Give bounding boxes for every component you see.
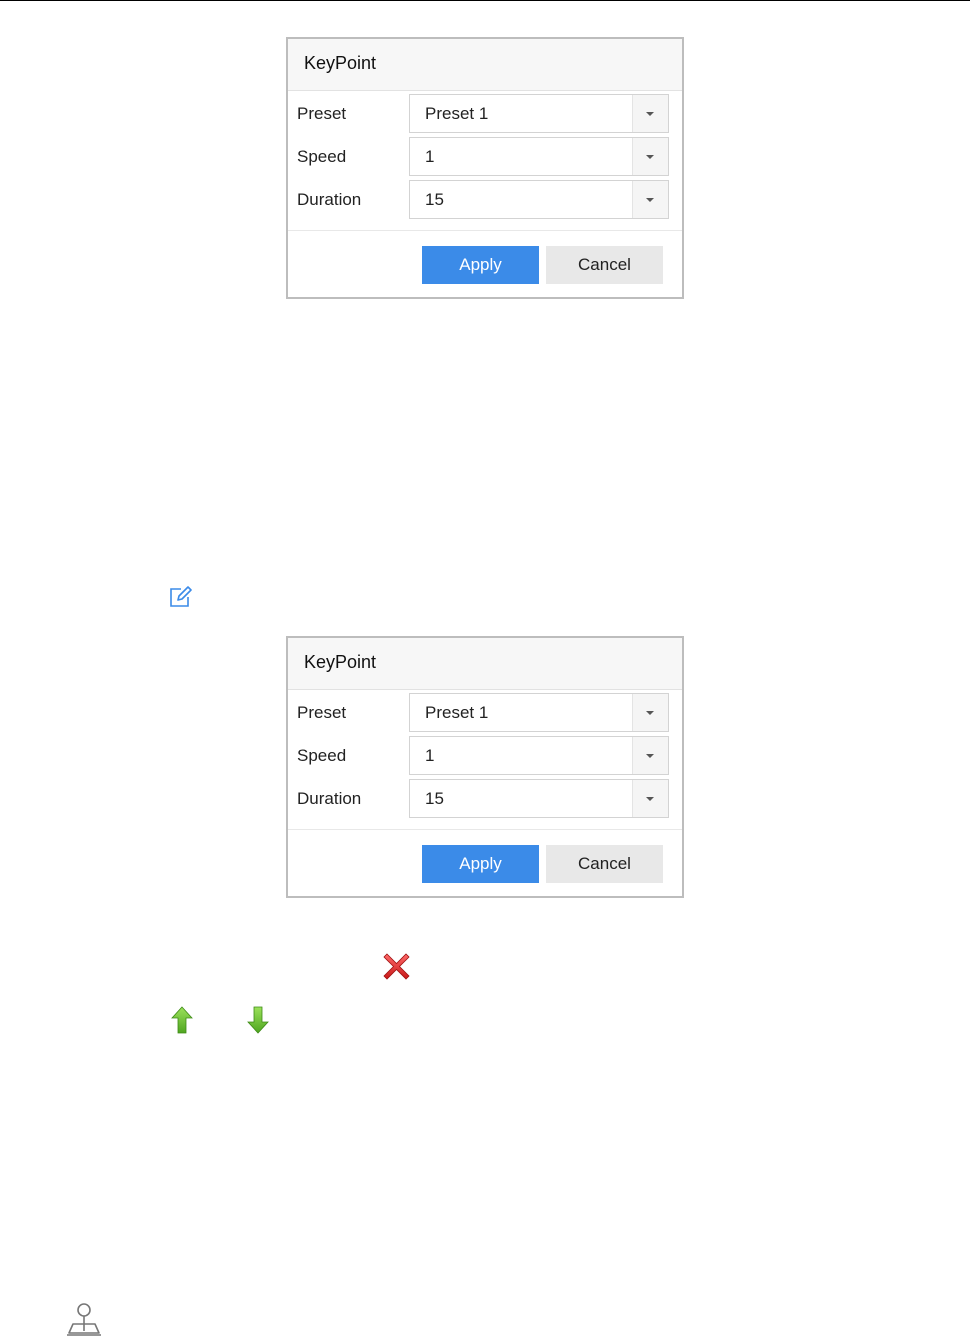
apply-button[interactable]: Apply: [422, 845, 539, 883]
chevron-down-icon: [646, 754, 654, 758]
preset-row: Preset Preset 1: [288, 693, 682, 732]
keypoint-dialog: KeyPoint Preset Preset 1 Speed 1 Duratio…: [286, 37, 684, 299]
duration-label: Duration: [297, 789, 362, 808]
duration-select[interactable]: 15: [409, 180, 669, 219]
duration-dropdown-button[interactable]: [632, 780, 668, 817]
page-top-rule: [0, 0, 970, 1]
chevron-down-icon: [646, 797, 654, 801]
chevron-down-icon: [646, 711, 654, 715]
preset-value: Preset 1: [425, 703, 489, 722]
dialog-title: KeyPoint: [304, 652, 377, 672]
apply-button[interactable]: Apply: [422, 246, 539, 284]
speed-select[interactable]: 1: [409, 137, 669, 176]
dialog-divider: [288, 230, 682, 231]
speed-dropdown-button[interactable]: [632, 737, 668, 774]
chevron-down-icon: [646, 155, 654, 159]
preset-label: Preset: [297, 104, 347, 123]
keypoint-dialog: KeyPoint Preset Preset 1 Speed 1 Duratio…: [286, 636, 684, 898]
speed-row: Speed 1: [288, 736, 682, 775]
duration-row: Duration 15: [288, 180, 682, 219]
speed-label: Speed: [297, 147, 347, 166]
arrow-up-icon[interactable]: [171, 1006, 193, 1034]
speed-value: 1: [425, 147, 435, 166]
speed-row: Speed 1: [288, 137, 682, 176]
speed-value: 1: [425, 746, 435, 765]
preset-label: Preset: [297, 703, 347, 722]
preset-select[interactable]: Preset 1: [409, 693, 669, 732]
preset-dropdown-button[interactable]: [632, 694, 668, 731]
speed-label: Speed: [297, 746, 347, 765]
joystick-icon[interactable]: [66, 1302, 102, 1338]
speed-select[interactable]: 1: [409, 736, 669, 775]
cancel-button[interactable]: Cancel: [546, 845, 663, 883]
edit-icon[interactable]: [169, 586, 193, 608]
delete-icon[interactable]: [383, 953, 410, 980]
preset-value: Preset 1: [425, 104, 489, 123]
dialog-header: KeyPoint: [288, 638, 682, 690]
cancel-button[interactable]: Cancel: [546, 246, 663, 284]
duration-label: Duration: [297, 190, 362, 209]
duration-value: 15: [425, 190, 444, 209]
chevron-down-icon: [646, 198, 654, 202]
chevron-down-icon: [646, 112, 654, 116]
dialog-divider: [288, 829, 682, 830]
duration-dropdown-button[interactable]: [632, 181, 668, 218]
duration-row: Duration 15: [288, 779, 682, 818]
preset-row: Preset Preset 1: [288, 94, 682, 133]
preset-select[interactable]: Preset 1: [409, 94, 669, 133]
dialog-title: KeyPoint: [304, 53, 377, 73]
duration-select[interactable]: 15: [409, 779, 669, 818]
speed-dropdown-button[interactable]: [632, 138, 668, 175]
dialog-header: KeyPoint: [288, 39, 682, 91]
arrow-down-icon[interactable]: [247, 1006, 269, 1034]
duration-value: 15: [425, 789, 444, 808]
preset-dropdown-button[interactable]: [632, 95, 668, 132]
